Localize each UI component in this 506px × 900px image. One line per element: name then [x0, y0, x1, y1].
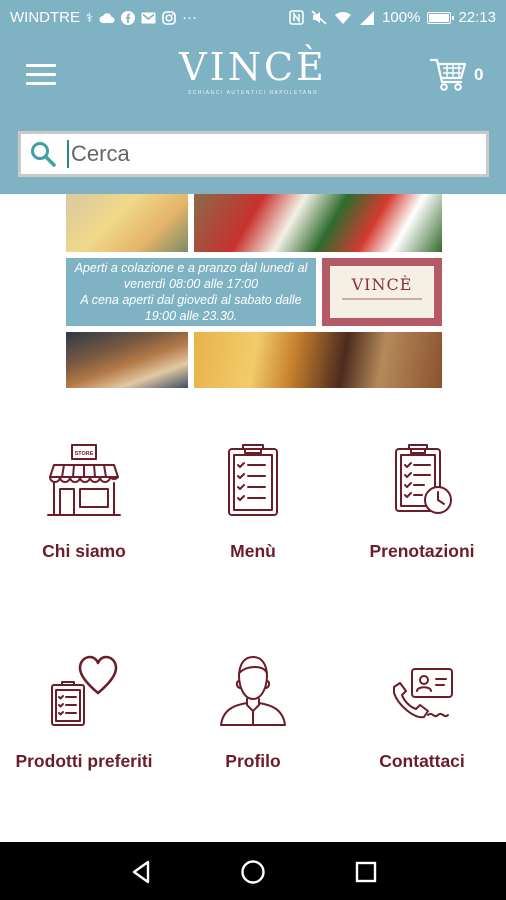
- logo-card-brand: VINCÈ: [351, 275, 413, 294]
- promo-banner: Aperti a colazione e a pranzo dal lunedì…: [66, 194, 442, 388]
- phone-contact-icon: [393, 668, 453, 719]
- opening-hours-line: venerdì 08:00 alle 17:00: [123, 277, 259, 291]
- caprese-photo: [194, 194, 442, 252]
- clipboard-clock-icon: [395, 444, 452, 514]
- sandwich-photo: [66, 332, 188, 388]
- facebook-icon: [121, 10, 136, 25]
- tile-menu[interactable]: Menù: [169, 443, 337, 562]
- search-bar[interactable]: [18, 131, 489, 177]
- nfc-icon: [289, 10, 304, 25]
- tile-label: Contattaci: [379, 751, 465, 771]
- clipboard-heart-icon: [51, 655, 118, 726]
- mute-icon: [311, 10, 327, 25]
- brand-tagline: SCHIAGCI AUTENTICI NAPOLETANO: [187, 90, 319, 96]
- cart-button[interactable]: [428, 54, 468, 94]
- more-notifications: ···: [182, 9, 198, 26]
- system-nav-bar: [0, 842, 506, 900]
- store-icon: STORE: [47, 444, 121, 516]
- tile-label: Prodotti preferiti: [15, 751, 153, 771]
- pasta-photo: [66, 194, 188, 252]
- tile-label: Profilo: [225, 751, 281, 771]
- tile-prodotti-preferiti[interactable]: Prodotti preferiti: [0, 653, 168, 772]
- signal-icon: [360, 10, 375, 25]
- clock: 22:13: [458, 9, 496, 26]
- gmail-icon: [141, 12, 156, 23]
- back-icon[interactable]: [128, 858, 156, 886]
- tile-chi-siamo[interactable]: STORE Chi siamo: [0, 443, 168, 562]
- search-icon[interactable]: [29, 140, 57, 168]
- user-profile-icon: [220, 656, 286, 726]
- battery-icon: [427, 11, 455, 24]
- tile-label: Menù: [230, 541, 276, 561]
- brand-name: VINCÈ: [179, 45, 327, 89]
- hamburger-icon[interactable]: [26, 64, 56, 86]
- opening-hours-line: 19:00 alle 23.30.: [144, 309, 238, 323]
- recents-icon[interactable]: [352, 858, 380, 886]
- burger-fries-photo: [194, 332, 442, 388]
- clipboard-checklist-icon: [228, 444, 278, 516]
- opening-hours-line: Aperti a colazione e a pranzo dal lunedì…: [74, 261, 308, 275]
- tile-label: Prenotazioni: [369, 541, 475, 561]
- app-header: VINCÈ SCHIAGCI AUTENTICI NAPOLETANO 0: [0, 36, 506, 194]
- tile-prenotazioni[interactable]: Prenotazioni: [338, 443, 506, 562]
- usb-icon: ⚕: [86, 9, 94, 25]
- cart-count: 0: [474, 65, 484, 84]
- cloud-icon: [99, 12, 115, 23]
- wifi-icon: [335, 11, 352, 24]
- home-icon[interactable]: [239, 858, 267, 886]
- battery-percent: 100%: [382, 9, 421, 26]
- search-input[interactable]: [67, 140, 467, 168]
- opening-hours-box: Aperti a colazione e a pranzo dal lunedì…: [66, 258, 316, 326]
- logo-card-photo: VINCÈ: [322, 258, 442, 326]
- instagram-icon: [162, 10, 176, 25]
- tile-profilo[interactable]: Profilo: [169, 653, 337, 772]
- opening-hours-line: A cena aperti dal giovedì al sabato dall…: [80, 293, 302, 307]
- status-bar: WINDTRE ⚕ ··· 100% 22:13: [0, 0, 506, 36]
- tile-label: Chi siamo: [42, 541, 126, 561]
- cart-icon: [429, 58, 467, 91]
- carrier-name: WINDTRE: [10, 9, 80, 26]
- app-logo: VINCÈ SCHIAGCI AUTENTICI NAPOLETANO: [150, 46, 356, 96]
- tile-contattaci[interactable]: Contattaci: [338, 653, 506, 772]
- store-sign-text: STORE: [75, 451, 94, 457]
